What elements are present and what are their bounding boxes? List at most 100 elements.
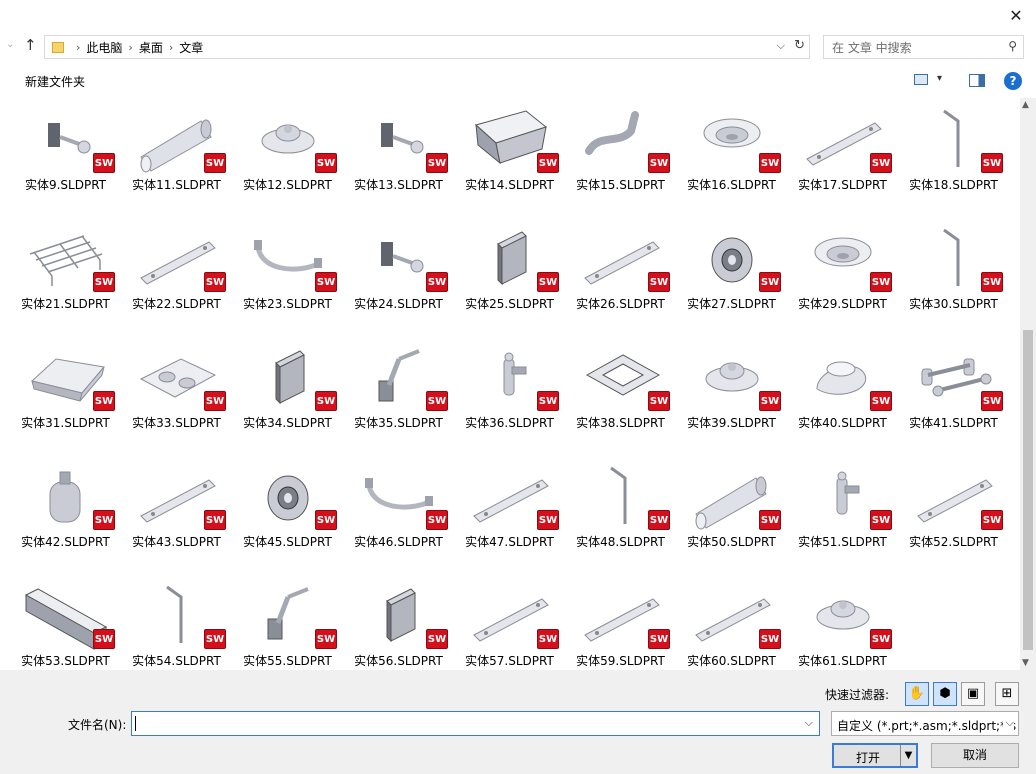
search-input[interactable]: 在 文章 中搜索 ⚲ [823,35,1024,59]
file-item[interactable]: SW 实体16.SLDPRT [676,103,787,222]
solidworks-badge-icon: SW [204,153,226,173]
file-name: 实体29.SLDPRT [798,297,887,311]
breadcrumb-desktop[interactable]: 桌面 [139,39,163,56]
file-item[interactable]: SW 实体61.SLDPRT [787,579,898,670]
scroll-down-icon[interactable]: ▼ [1022,658,1029,668]
file-name: 实体11.SLDPRT [132,178,221,192]
file-item[interactable]: SW 实体21.SLDPRT [10,222,121,341]
preview-pane-icon[interactable] [969,74,985,87]
filter-drawings-icon[interactable]: ▣ [961,682,985,706]
file-item[interactable]: SW 实体23.SLDPRT [232,222,343,341]
dialog-footer: 快速过滤器: ✋ ⬢ ▣ ⊞ 文件名(N): ⌵ 自定义 (*.prt;*.as… [0,670,1036,774]
file-item[interactable]: SW 实体26.SLDPRT [565,222,676,341]
file-item[interactable]: SW 实体17.SLDPRT [787,103,898,222]
file-item[interactable]: SW 实体35.SLDPRT [343,341,454,460]
file-name: 实体39.SLDPRT [687,416,776,430]
solidworks-badge-icon: SW [870,272,892,292]
file-item[interactable]: SW 实体51.SLDPRT [787,460,898,579]
new-folder-button[interactable]: 新建文件夹 [25,73,85,90]
file-item[interactable]: SW 实体50.SLDPRT [676,460,787,579]
file-item[interactable]: SW 实体39.SLDPRT [676,341,787,460]
file-name: 实体38.SLDPRT [576,416,665,430]
file-name: 实体46.SLDPRT [354,535,443,549]
file-item[interactable]: SW 实体30.SLDPRT [898,222,1009,341]
file-name: 实体59.SLDPRT [576,654,665,668]
file-item[interactable]: SW 实体46.SLDPRT [343,460,454,579]
file-item[interactable]: SW 实体24.SLDPRT [343,222,454,341]
file-type-select[interactable]: 自定义 (*.prt;*.asm;*.sldprt;*.s ⌵ [831,711,1019,736]
scroll-up-icon[interactable]: ▲ [1022,100,1029,110]
solidworks-badge-icon: SW [870,510,892,530]
breadcrumb-this-pc[interactable]: 此电脑 [86,39,122,56]
file-item[interactable]: SW 实体41.SLDPRT [898,341,1009,460]
breadcrumb-articles[interactable]: 文章 [179,39,203,56]
scrollbar-thumb[interactable] [1023,330,1033,650]
file-item[interactable]: SW 实体9.SLDPRT [10,103,121,222]
vertical-scrollbar[interactable]: ▲ ▼ [1020,98,1036,670]
filter-top-level-icon[interactable]: ⊞ [995,682,1019,706]
file-item[interactable]: SW 实体59.SLDPRT [565,579,676,670]
command-bar: 新建文件夹 ▾ ? [0,66,1036,98]
file-item[interactable]: SW 实体47.SLDPRT [454,460,565,579]
file-item[interactable]: SW 实体42.SLDPRT [10,460,121,579]
address-bar[interactable]: › 此电脑 › 桌面 › 文章 ⌵ ↻ [44,35,810,59]
chevron-down-icon[interactable]: ▾ [937,73,942,84]
chevron-down-icon[interactable]: ⌵ [777,39,785,53]
solidworks-badge-icon: SW [204,510,226,530]
file-item[interactable]: SW 实体31.SLDPRT [10,341,121,460]
chevron-down-icon[interactable]: ⌵ [805,716,813,730]
file-item[interactable]: SW 实体34.SLDPRT [232,341,343,460]
open-options-dropdown[interactable]: ▼ [900,745,916,766]
file-item[interactable]: SW 实体40.SLDPRT [787,341,898,460]
file-item[interactable]: SW 实体27.SLDPRT [676,222,787,341]
solidworks-badge-icon: SW [759,510,781,530]
close-icon[interactable]: ✕ [1006,6,1026,26]
file-item[interactable]: SW 实体54.SLDPRT [121,579,232,670]
view-options-icon[interactable] [914,74,928,85]
file-name: 实体50.SLDPRT [687,535,776,549]
file-item[interactable]: SW 实体55.SLDPRT [232,579,343,670]
file-item[interactable]: SW 实体18.SLDPRT [898,103,1009,222]
search-icon[interactable]: ⚲ [1008,39,1017,53]
file-item[interactable]: SW 实体56.SLDPRT [343,579,454,670]
solidworks-badge-icon: SW [426,153,448,173]
chevron-right-icon[interactable]: › [76,41,80,54]
up-arrow-icon[interactable]: ↑ [24,36,37,54]
file-item[interactable]: SW 实体12.SLDPRT [232,103,343,222]
search-placeholder: 在 文章 中搜索 [832,40,912,55]
file-item[interactable]: SW 实体38.SLDPRT [565,341,676,460]
file-item[interactable]: SW 实体25.SLDPRT [454,222,565,341]
file-item[interactable]: SW 实体15.SLDPRT [565,103,676,222]
file-item[interactable]: SW 实体33.SLDPRT [121,341,232,460]
help-icon[interactable]: ? [1004,72,1022,90]
file-name-field[interactable]: ⌵ [131,711,820,736]
solidworks-badge-icon: SW [93,272,115,292]
chevron-right-icon[interactable]: › [169,41,173,54]
file-item[interactable]: SW 实体52.SLDPRT [898,460,1009,579]
cancel-button[interactable]: 取消 [931,743,1019,768]
solidworks-badge-icon: SW [648,153,670,173]
solidworks-badge-icon: SW [648,510,670,530]
file-item[interactable]: SW 实体43.SLDPRT [121,460,232,579]
filter-assemblies-icon[interactable]: ⬢ [933,682,957,706]
file-item[interactable]: SW 实体57.SLDPRT [454,579,565,670]
file-item[interactable]: SW 实体36.SLDPRT [454,341,565,460]
solidworks-badge-icon: SW [315,391,337,411]
recent-locations-icon[interactable]: ⌄ [6,39,14,50]
filter-parts-icon[interactable]: ✋ [905,682,929,706]
solidworks-badge-icon: SW [759,272,781,292]
file-item[interactable]: SW 实体53.SLDPRT [10,579,121,670]
file-item[interactable]: SW 实体22.SLDPRT [121,222,232,341]
file-item[interactable]: SW 实体60.SLDPRT [676,579,787,670]
solidworks-badge-icon: SW [537,272,559,292]
chevron-down-icon[interactable]: ⌵ [1002,716,1014,730]
file-item[interactable]: SW 实体11.SLDPRT [121,103,232,222]
file-item[interactable]: SW 实体29.SLDPRT [787,222,898,341]
file-item[interactable]: SW 实体14.SLDPRT [454,103,565,222]
chevron-right-icon[interactable]: › [128,41,132,54]
open-button[interactable]: 打开 ▼ [832,743,918,768]
file-item[interactable]: SW 实体13.SLDPRT [343,103,454,222]
file-item[interactable]: SW 实体48.SLDPRT [565,460,676,579]
file-item[interactable]: SW 实体45.SLDPRT [232,460,343,579]
refresh-icon[interactable]: ↻ [794,38,805,53]
